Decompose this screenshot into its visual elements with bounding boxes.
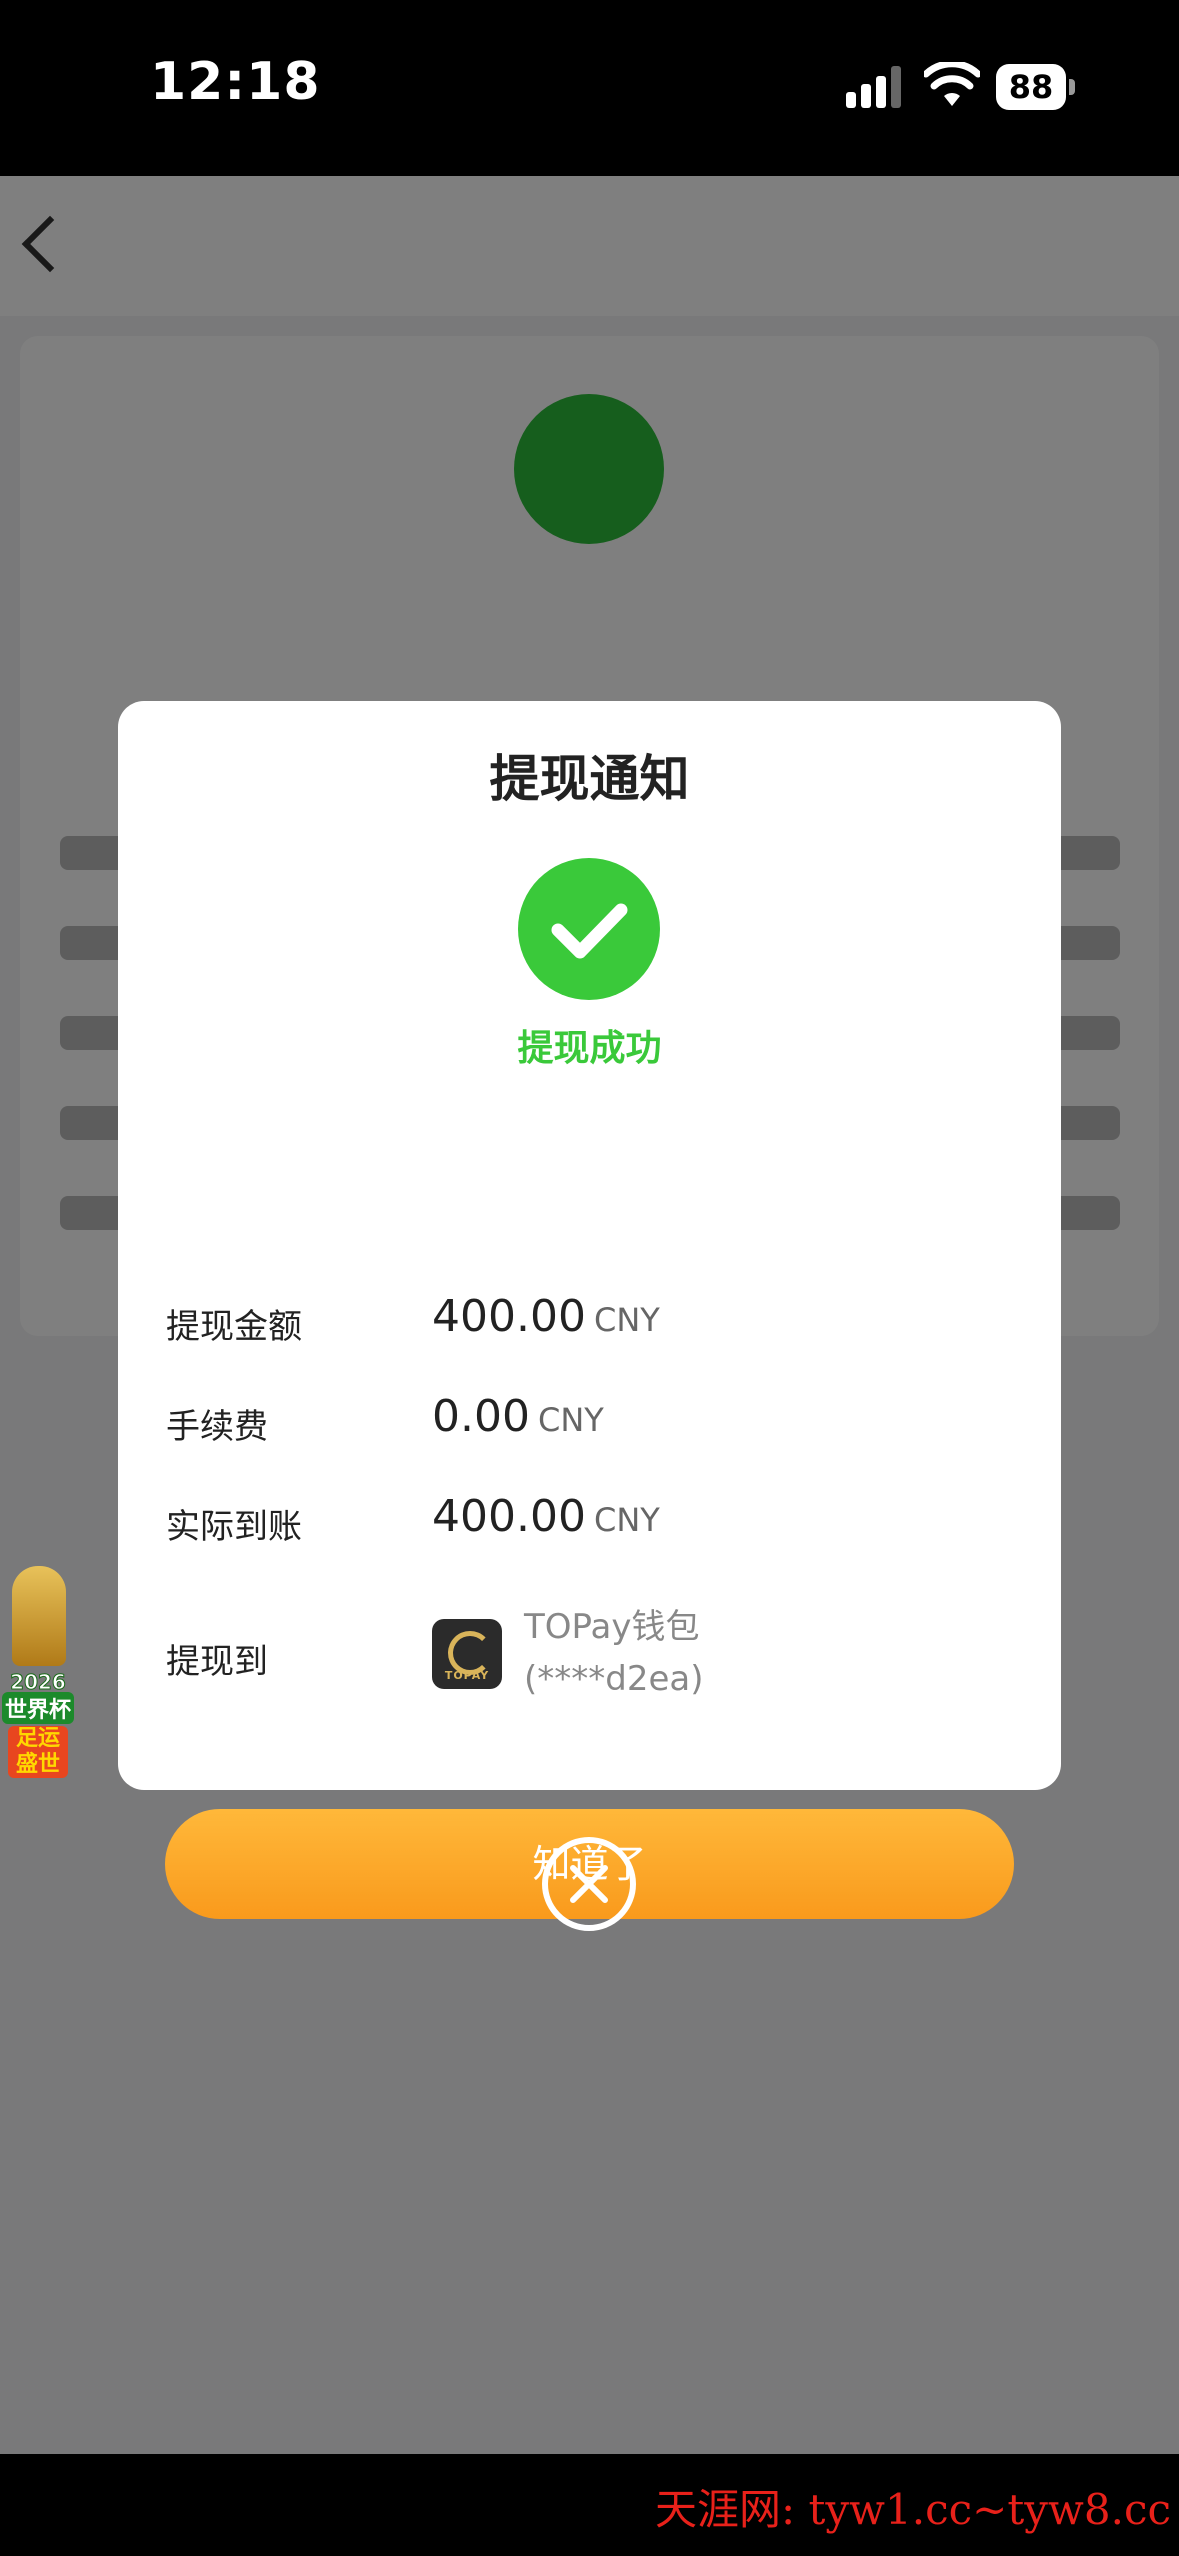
- amount-value: 400.00 CNY: [432, 1291, 660, 1342]
- trophy-icon: [12, 1566, 66, 1666]
- badge-slogan: 足运 盛世: [8, 1726, 68, 1778]
- status-bar: 12:18 88: [0, 0, 1179, 176]
- check-circle-icon: [518, 858, 660, 1000]
- withdraw-status: 提现成功: [517, 1028, 662, 1069]
- fee-value: 0.00 CNY: [432, 1391, 604, 1442]
- app-background: 2026 世界杯 足运 盛世 提现通知 提现成功 提现金额 400.00 CNY …: [0, 176, 1179, 2454]
- received-label: 实际到账: [166, 1507, 302, 1547]
- cellular-signal-icon: [846, 66, 901, 108]
- world-cup-float-badge[interactable]: 2026 世界杯 足运 盛世: [2, 1566, 74, 1790]
- dialog-title: 提现通知: [489, 750, 690, 808]
- badge-title: 世界杯: [2, 1692, 74, 1724]
- battery-level: 88: [996, 64, 1066, 110]
- fee-label: 手续费: [166, 1407, 268, 1447]
- badge-year: 2026: [10, 1670, 67, 1695]
- wallet-name: TOPay钱包: [524, 1607, 700, 1647]
- watermark-text: 天涯网: tyw1.cc~tyw8.cc: [654, 2485, 1171, 2534]
- status-time: 12:18: [150, 52, 321, 112]
- close-circle-icon[interactable]: [541, 1836, 637, 1932]
- wallet-account: (****d2ea): [524, 1659, 704, 1699]
- topay-wallet-icon: TOPAY: [432, 1619, 502, 1689]
- withdraw-notice-dialog: 提现通知 提现成功 提现金额 400.00 CNY 手续费 0.00 CNY 实际到…: [118, 701, 1061, 1919]
- watermark-bar: 天涯网: tyw1.cc~tyw8.cc: [0, 2454, 1179, 2556]
- amount-label: 提现金额: [166, 1307, 302, 1347]
- battery-icon: 88: [996, 64, 1076, 110]
- received-value: 400.00 CNY: [432, 1491, 660, 1542]
- withdraw-to-label: 提现到: [166, 1642, 268, 1682]
- wifi-icon: [924, 62, 980, 106]
